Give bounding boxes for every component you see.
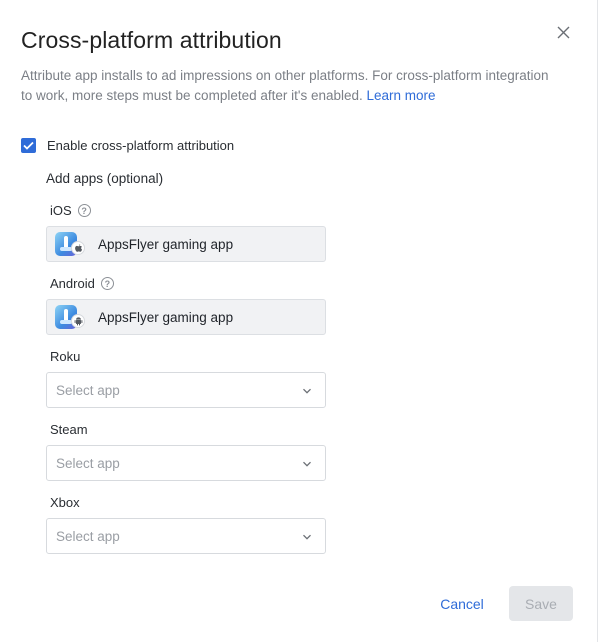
help-icon[interactable]: ? bbox=[100, 277, 114, 290]
roku-select-placeholder: Select app bbox=[56, 382, 120, 398]
dialog-title: Cross-platform attribution bbox=[21, 27, 282, 53]
android-app-name: AppsFlyer gaming app bbox=[98, 309, 234, 325]
cancel-button[interactable]: Cancel bbox=[428, 587, 496, 621]
dialog-description: Attribute app installs to ad impressions… bbox=[21, 66, 551, 106]
learn-more-link[interactable]: Learn more bbox=[367, 88, 436, 103]
checkmark-icon bbox=[23, 141, 34, 150]
android-app-field: AppsFlyer gaming app bbox=[46, 299, 326, 335]
description-text: Attribute app installs to ad impressions… bbox=[21, 68, 549, 103]
chevron-down-icon bbox=[303, 388, 311, 394]
app-icon bbox=[55, 305, 85, 329]
roku-field-label: Roku bbox=[50, 349, 80, 364]
roku-app-select[interactable]: Select app bbox=[46, 372, 326, 408]
steam-field-label: Steam bbox=[50, 422, 88, 437]
ios-app-field: AppsFlyer gaming app bbox=[46, 226, 326, 262]
android-field-label: Android ? bbox=[50, 276, 114, 291]
android-label: Android bbox=[50, 276, 95, 291]
apple-icon bbox=[71, 241, 85, 255]
xbox-field-label: Xbox bbox=[50, 495, 80, 510]
save-button[interactable]: Save bbox=[509, 586, 573, 621]
xbox-label: Xbox bbox=[50, 495, 80, 510]
ios-app-name: AppsFlyer gaming app bbox=[98, 236, 234, 252]
ios-field-label: iOS ? bbox=[50, 203, 91, 218]
add-apps-heading: Add apps (optional) bbox=[46, 171, 164, 186]
steam-app-select[interactable]: Select app bbox=[46, 445, 326, 481]
roku-label: Roku bbox=[50, 349, 81, 364]
app-icon bbox=[55, 232, 85, 256]
steam-select-placeholder: Select app bbox=[56, 455, 120, 471]
enable-row: Enable cross-platform attribution bbox=[21, 138, 234, 153]
chevron-down-icon bbox=[303, 534, 311, 540]
steam-label: Steam bbox=[50, 422, 88, 437]
chevron-down-icon bbox=[303, 461, 311, 467]
xbox-app-select[interactable]: Select app bbox=[46, 518, 326, 554]
close-button[interactable] bbox=[552, 21, 574, 43]
android-icon bbox=[71, 314, 85, 328]
enable-checkbox[interactable] bbox=[21, 138, 36, 153]
close-icon bbox=[557, 26, 569, 38]
help-icon[interactable]: ? bbox=[77, 204, 91, 217]
ios-label: iOS bbox=[50, 203, 72, 218]
xbox-select-placeholder: Select app bbox=[56, 528, 120, 544]
enable-label: Enable cross-platform attribution bbox=[47, 138, 235, 153]
cross-platform-dialog: Cross-platform attribution Attribute app… bbox=[0, 0, 598, 642]
